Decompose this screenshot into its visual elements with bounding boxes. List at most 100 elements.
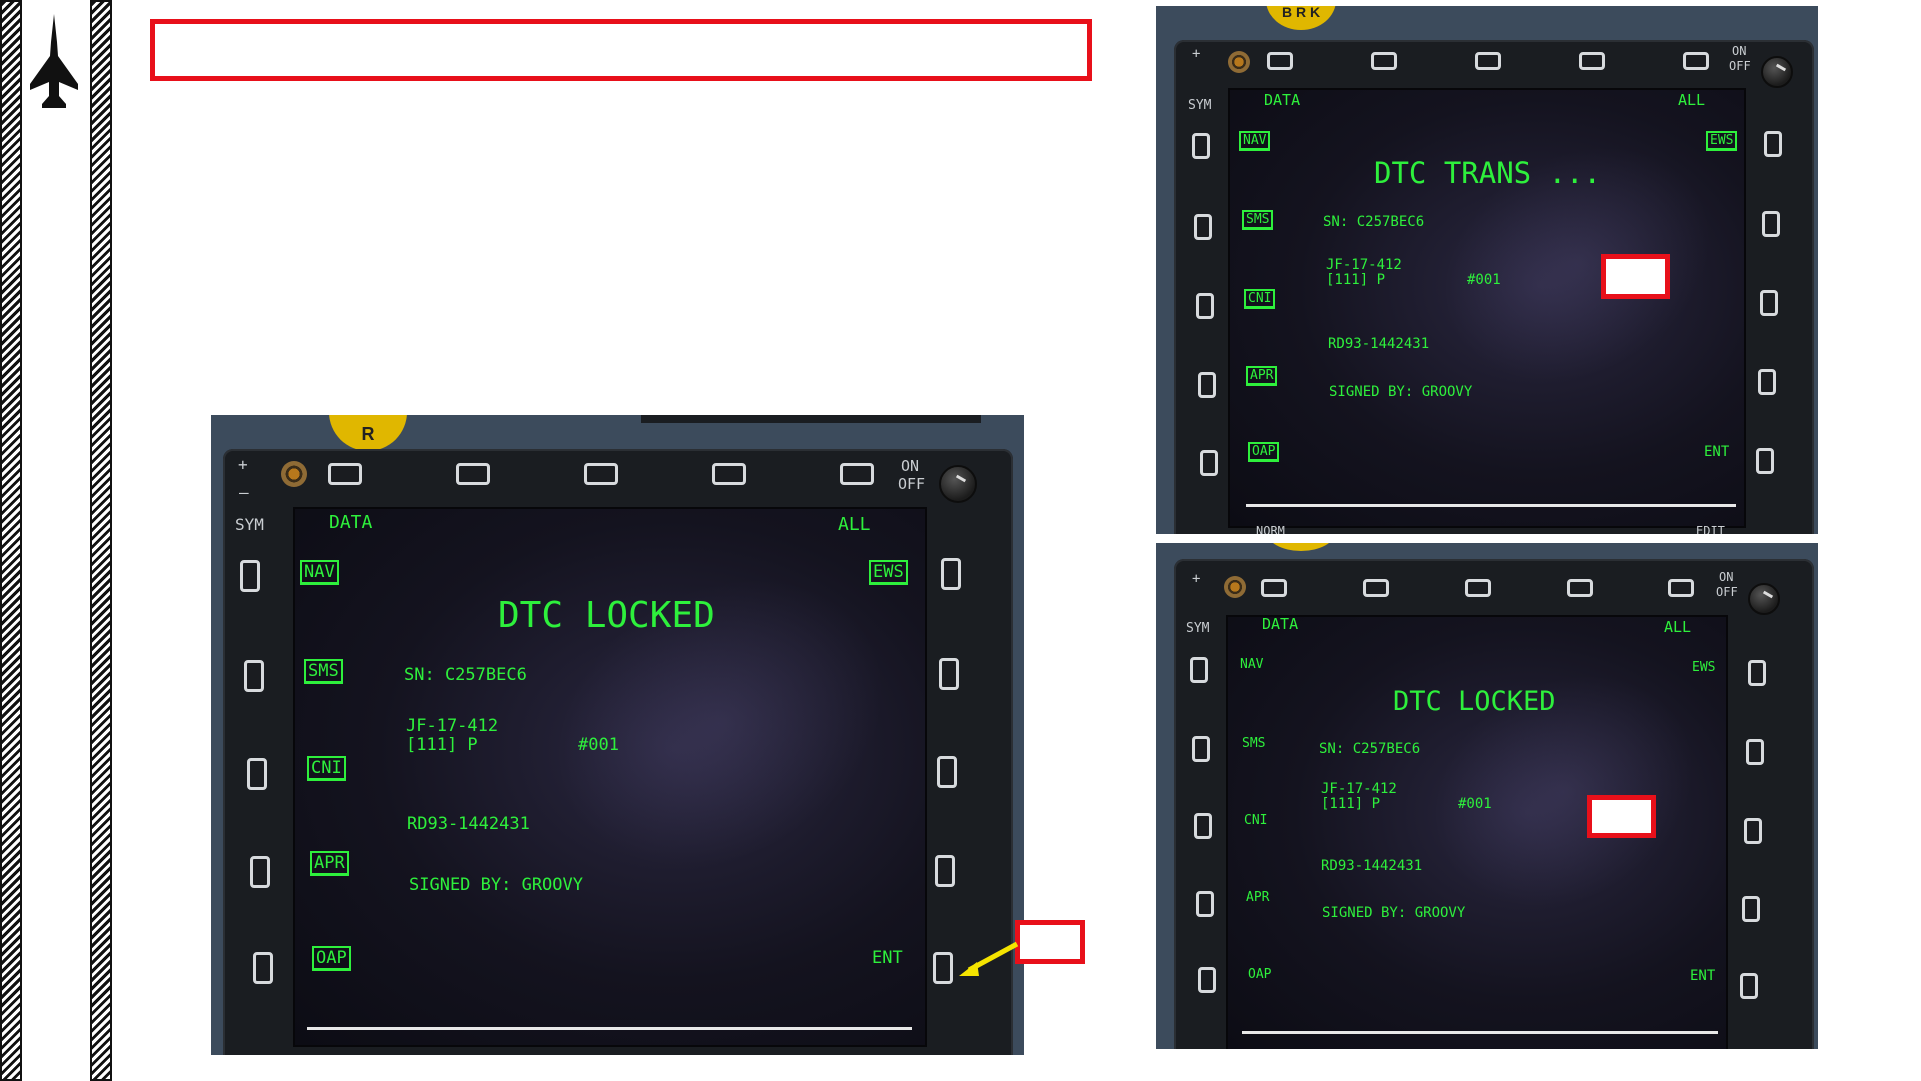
osb-left-1[interactable] <box>1192 133 1210 159</box>
id-number: #001 <box>578 735 619 755</box>
brightness-cap: R <box>329 415 407 451</box>
osb-right-4[interactable] <box>935 855 955 887</box>
power-knob[interactable] <box>939 465 977 503</box>
osb-right-1[interactable] <box>941 558 961 590</box>
osb-left-3[interactable] <box>247 758 267 790</box>
sym-label: SYM <box>1188 98 1212 113</box>
osb-top-2[interactable] <box>1371 52 1397 70</box>
osb-left-4[interactable] <box>1196 891 1214 917</box>
trans-mfd-screen <box>1228 88 1746 528</box>
osb-left-2[interactable] <box>1192 736 1210 762</box>
header-data: DATA <box>1262 615 1299 633</box>
yellow-arrow <box>959 941 1019 976</box>
osb-right-5-ent[interactable] <box>1756 448 1774 474</box>
osb-right-2[interactable] <box>1762 211 1780 237</box>
osb-right-1[interactable] <box>1748 660 1766 686</box>
menu-cni[interactable]: CNI <box>1244 813 1267 828</box>
menu-cni[interactable]: CNI <box>307 756 346 781</box>
main-mfd-screen <box>293 507 927 1047</box>
osb-top-4[interactable] <box>1567 579 1593 597</box>
serial-number: SN: C257BEC6 <box>1323 214 1425 230</box>
osb-left-3[interactable] <box>1196 293 1214 319</box>
osb-top-2[interactable] <box>456 463 490 485</box>
menu-ews[interactable]: EWS <box>869 560 908 585</box>
menu-oap[interactable]: OAP <box>312 946 351 971</box>
screen-bottom-line <box>1246 504 1736 507</box>
menu-ent[interactable]: ENT <box>1690 968 1715 984</box>
off-label: OFF <box>1716 585 1738 599</box>
osb-top-2[interactable] <box>1363 579 1389 597</box>
engine-serial: RD93-1442431 <box>1321 858 1423 874</box>
menu-apr[interactable]: APR <box>1246 366 1278 386</box>
brightness-cap-bottom <box>1266 543 1336 551</box>
sym-label: SYM <box>235 515 264 534</box>
bottom-edit: EDIT <box>1696 524 1725 534</box>
osb-right-3[interactable] <box>1760 290 1778 316</box>
brightness-knob[interactable] <box>1224 576 1246 598</box>
osb-right-5-ent[interactable] <box>933 952 953 984</box>
menu-ews[interactable]: EWS <box>1706 131 1738 151</box>
menu-ent[interactable]: ENT <box>1704 444 1729 460</box>
menu-sms[interactable]: SMS <box>1242 210 1274 230</box>
osb-right-4[interactable] <box>1758 369 1776 395</box>
osb-top-1[interactable] <box>1261 579 1287 597</box>
osb-top-4[interactable] <box>1579 52 1605 70</box>
status-text: DTC LOCKED <box>1393 686 1556 717</box>
menu-oap[interactable]: OAP <box>1248 442 1280 462</box>
on-label: ON <box>901 457 920 475</box>
osb-left-5[interactable] <box>1198 967 1216 993</box>
menu-cni[interactable]: CNI <box>1244 289 1276 309</box>
menu-ews[interactable]: EWS <box>1692 660 1715 675</box>
signed-by: SIGNED BY: GROOVY <box>1329 384 1473 400</box>
menu-apr[interactable]: APR <box>1246 890 1269 905</box>
menu-oap[interactable]: OAP <box>1248 967 1271 982</box>
osb-top-3[interactable] <box>1475 52 1501 70</box>
menu-sms[interactable]: SMS <box>1242 736 1265 751</box>
brightness-knob[interactable] <box>281 461 307 487</box>
osb-right-2[interactable] <box>939 658 959 690</box>
menu-ent[interactable]: ENT <box>872 948 903 968</box>
osb-left-4[interactable] <box>250 856 270 888</box>
power-knob[interactable] <box>1761 56 1793 88</box>
engine-serial: RD93-1442431 <box>1328 336 1430 352</box>
osb-right-3[interactable] <box>937 756 957 788</box>
aircraft-id-line2: [111] P <box>1321 796 1381 812</box>
osb-top-5[interactable] <box>840 463 874 485</box>
osb-left-4[interactable] <box>1198 372 1216 398</box>
osb-right-1[interactable] <box>1764 131 1782 157</box>
off-label: OFF <box>898 475 926 493</box>
osb-right-2[interactable] <box>1746 739 1764 765</box>
brightness-knob[interactable] <box>1228 51 1250 73</box>
screen-bottom-line <box>1242 1031 1718 1034</box>
menu-nav[interactable]: NAV <box>1240 657 1263 672</box>
osb-top-3[interactable] <box>1465 579 1491 597</box>
osb-top-3[interactable] <box>584 463 618 485</box>
title-box <box>150 19 1092 81</box>
osb-right-3[interactable] <box>1744 818 1762 844</box>
power-knob[interactable] <box>1748 583 1780 615</box>
osb-left-1[interactable] <box>240 560 260 592</box>
osb-left-5[interactable] <box>1200 450 1218 476</box>
osb-left-1[interactable] <box>1190 657 1208 683</box>
osb-top-1[interactable] <box>328 463 362 485</box>
osb-right-5-ent[interactable] <box>1740 973 1758 999</box>
plus-label: + <box>1192 46 1201 62</box>
osb-left-2[interactable] <box>244 660 264 692</box>
menu-nav[interactable]: NAV <box>300 560 339 585</box>
id-number: #001 <box>1458 796 1492 812</box>
menu-apr[interactable]: APR <box>310 851 349 876</box>
osb-left-2[interactable] <box>1194 214 1212 240</box>
osb-left-3[interactable] <box>1194 813 1212 839</box>
on-label: ON <box>1719 570 1734 584</box>
aircraft-id: JF-17-412 <box>1326 257 1402 273</box>
osb-top-5[interactable] <box>1683 52 1709 70</box>
minus-label: – <box>239 483 249 502</box>
osb-top-4[interactable] <box>712 463 746 485</box>
header-data: DATA <box>329 512 373 533</box>
osb-left-5[interactable] <box>253 952 273 984</box>
osb-right-4[interactable] <box>1742 896 1760 922</box>
menu-nav[interactable]: NAV <box>1239 131 1271 151</box>
menu-sms[interactable]: SMS <box>304 659 343 684</box>
osb-top-1[interactable] <box>1267 52 1293 70</box>
osb-top-5[interactable] <box>1668 579 1694 597</box>
